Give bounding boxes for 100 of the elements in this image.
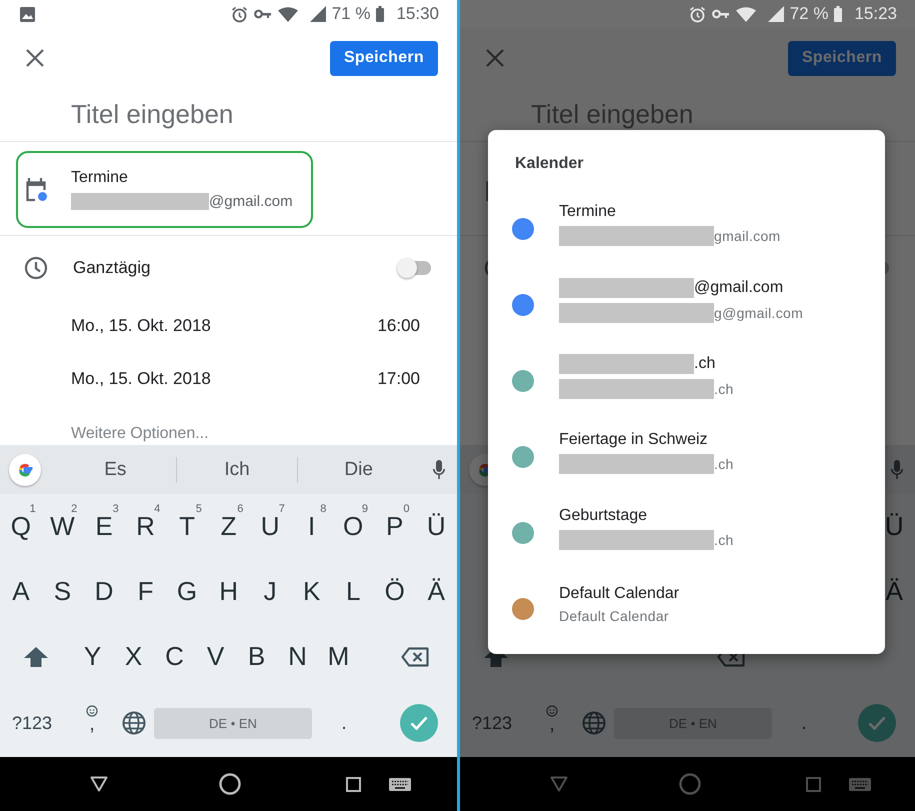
comma-key[interactable]: , — [62, 701, 122, 745]
keyboard-icon[interactable] — [389, 778, 411, 790]
title-field[interactable]: Titel eingeben — [531, 99, 831, 130]
key-hint: 9 — [362, 503, 368, 515]
key-hint: 1 — [30, 503, 36, 515]
calendar-option[interactable]: Feiertage in Schweiz .ch — [488, 419, 885, 495]
back-icon[interactable] — [90, 776, 108, 792]
calendar-name: Feiertage in Schweiz — [559, 430, 708, 448]
time-field[interactable]: 17:00 — [377, 368, 420, 388]
key[interactable]: N — [277, 624, 318, 689]
key[interactable]: J — [249, 559, 291, 624]
key[interactable]: B — [236, 624, 277, 689]
signal-icon — [310, 6, 326, 22]
calendar-name: @gmail.com — [694, 278, 784, 296]
calendar-account: .ch — [714, 456, 734, 472]
key[interactable]: Ö — [374, 559, 416, 624]
suggestion-chip[interactable]: Es — [55, 458, 176, 480]
key-hint: 4 — [154, 503, 160, 515]
symbols-key[interactable]: ?123 — [12, 712, 58, 734]
calendar-name: Termine — [71, 169, 129, 187]
time-field[interactable]: 16:00 — [377, 316, 420, 336]
key[interactable]: C — [154, 624, 195, 689]
account-email: @gmail.com — [209, 193, 293, 210]
calendar-selector[interactable]: Termine @gmail.com — [16, 151, 313, 228]
key[interactable]: F — [124, 559, 166, 624]
calendar-option[interactable]: Geburtstage .ch — [488, 495, 885, 571]
date-field[interactable]: Mo., 15. Okt. 2018 — [71, 316, 211, 336]
battery-icon — [834, 6, 842, 22]
calendar-option[interactable]: Default Calendar Default Calendar — [488, 571, 885, 647]
key[interactable]: D — [83, 559, 125, 624]
key[interactable]: G — [166, 559, 208, 624]
date-field[interactable]: Mo., 15. Okt. 2018 — [71, 368, 211, 388]
calendar-account: .ch — [714, 380, 734, 396]
calendar-name: Default Calendar — [559, 584, 680, 602]
shift-icon[interactable] — [24, 646, 48, 668]
recents-icon[interactable] — [346, 776, 361, 792]
calendar-option[interactable]: .ch .ch — [488, 343, 885, 419]
save-button[interactable]: Speichern — [330, 40, 438, 76]
battery-icon — [376, 6, 384, 22]
period-key[interactable]: . — [312, 712, 376, 734]
alarm-icon — [688, 6, 706, 22]
suggestion-chip[interactable]: Ich — [176, 458, 298, 480]
key-hint: 5 — [196, 503, 202, 515]
key[interactable]: S — [42, 559, 84, 624]
suggestion-chip[interactable]: Die — [298, 458, 420, 480]
globe-icon[interactable] — [582, 711, 606, 735]
calendar-name: .ch — [694, 354, 716, 372]
battery-percentage: 71 % — [332, 4, 370, 24]
key[interactable]: Ü — [415, 494, 457, 559]
clock-time: 15:23 — [854, 4, 897, 24]
microphone-icon[interactable] — [433, 460, 445, 480]
key-hint: 3 — [112, 503, 119, 515]
check-icon — [868, 716, 886, 730]
key[interactable]: Y — [72, 624, 113, 689]
key[interactable]: L — [332, 559, 374, 624]
key[interactable]: A — [0, 559, 42, 624]
microphone-icon[interactable] — [891, 460, 903, 480]
space-bar[interactable]: DE • EN — [154, 708, 312, 738]
key[interactable]: K — [290, 559, 332, 624]
key-hint: 7 — [278, 503, 285, 515]
check-icon — [410, 716, 428, 730]
close-icon[interactable] — [26, 49, 44, 67]
clock-time: 15:30 — [396, 4, 439, 24]
calendar-account: gmail.com — [714, 228, 780, 244]
calendar-icon — [24, 176, 48, 202]
emoji-icon — [86, 705, 98, 717]
all-day-toggle[interactable] — [397, 258, 433, 278]
key[interactable]: X — [113, 624, 154, 689]
key[interactable]: H — [208, 559, 250, 624]
wifi-icon — [278, 6, 298, 22]
calendar-name: Geburtstage — [559, 506, 648, 524]
key[interactable]: Ä — [415, 559, 457, 624]
key[interactable]: V — [195, 624, 236, 689]
more-options-link[interactable]: Weitere Optionen... — [0, 405, 457, 445]
all-day-label: Ganztägig — [73, 258, 152, 278]
calendar-account: .ch — [714, 532, 734, 548]
signal-icon — [768, 6, 784, 22]
calendar-option[interactable]: @gmail.com g@gmail.com — [488, 267, 885, 343]
dialog-title: Kalender — [514, 154, 584, 174]
key-icon — [712, 9, 730, 19]
battery-percentage: 72 % — [790, 4, 828, 24]
key-hint: 0 — [403, 503, 410, 515]
wifi-icon — [736, 6, 756, 22]
calendar-account: Default Calendar — [559, 608, 669, 624]
calendar-option[interactable]: Termine gmail.com — [488, 191, 885, 267]
title-field[interactable]: Titel eingeben — [71, 99, 371, 130]
globe-icon[interactable] — [122, 711, 146, 735]
key-hint: 2 — [71, 503, 78, 515]
key[interactable]: M — [318, 624, 359, 689]
alarm-icon — [230, 6, 248, 22]
close-icon[interactable] — [486, 49, 504, 67]
calendar-account: g@gmail.com — [714, 304, 804, 320]
home-icon[interactable] — [219, 773, 241, 795]
key-icon — [254, 9, 272, 19]
calendar-name: Termine — [559, 202, 616, 220]
image-icon — [20, 6, 35, 22]
clock-icon — [24, 256, 48, 280]
key-hint: 8 — [320, 503, 326, 515]
backspace-icon[interactable] — [401, 646, 429, 666]
key-hint: 6 — [237, 503, 244, 515]
